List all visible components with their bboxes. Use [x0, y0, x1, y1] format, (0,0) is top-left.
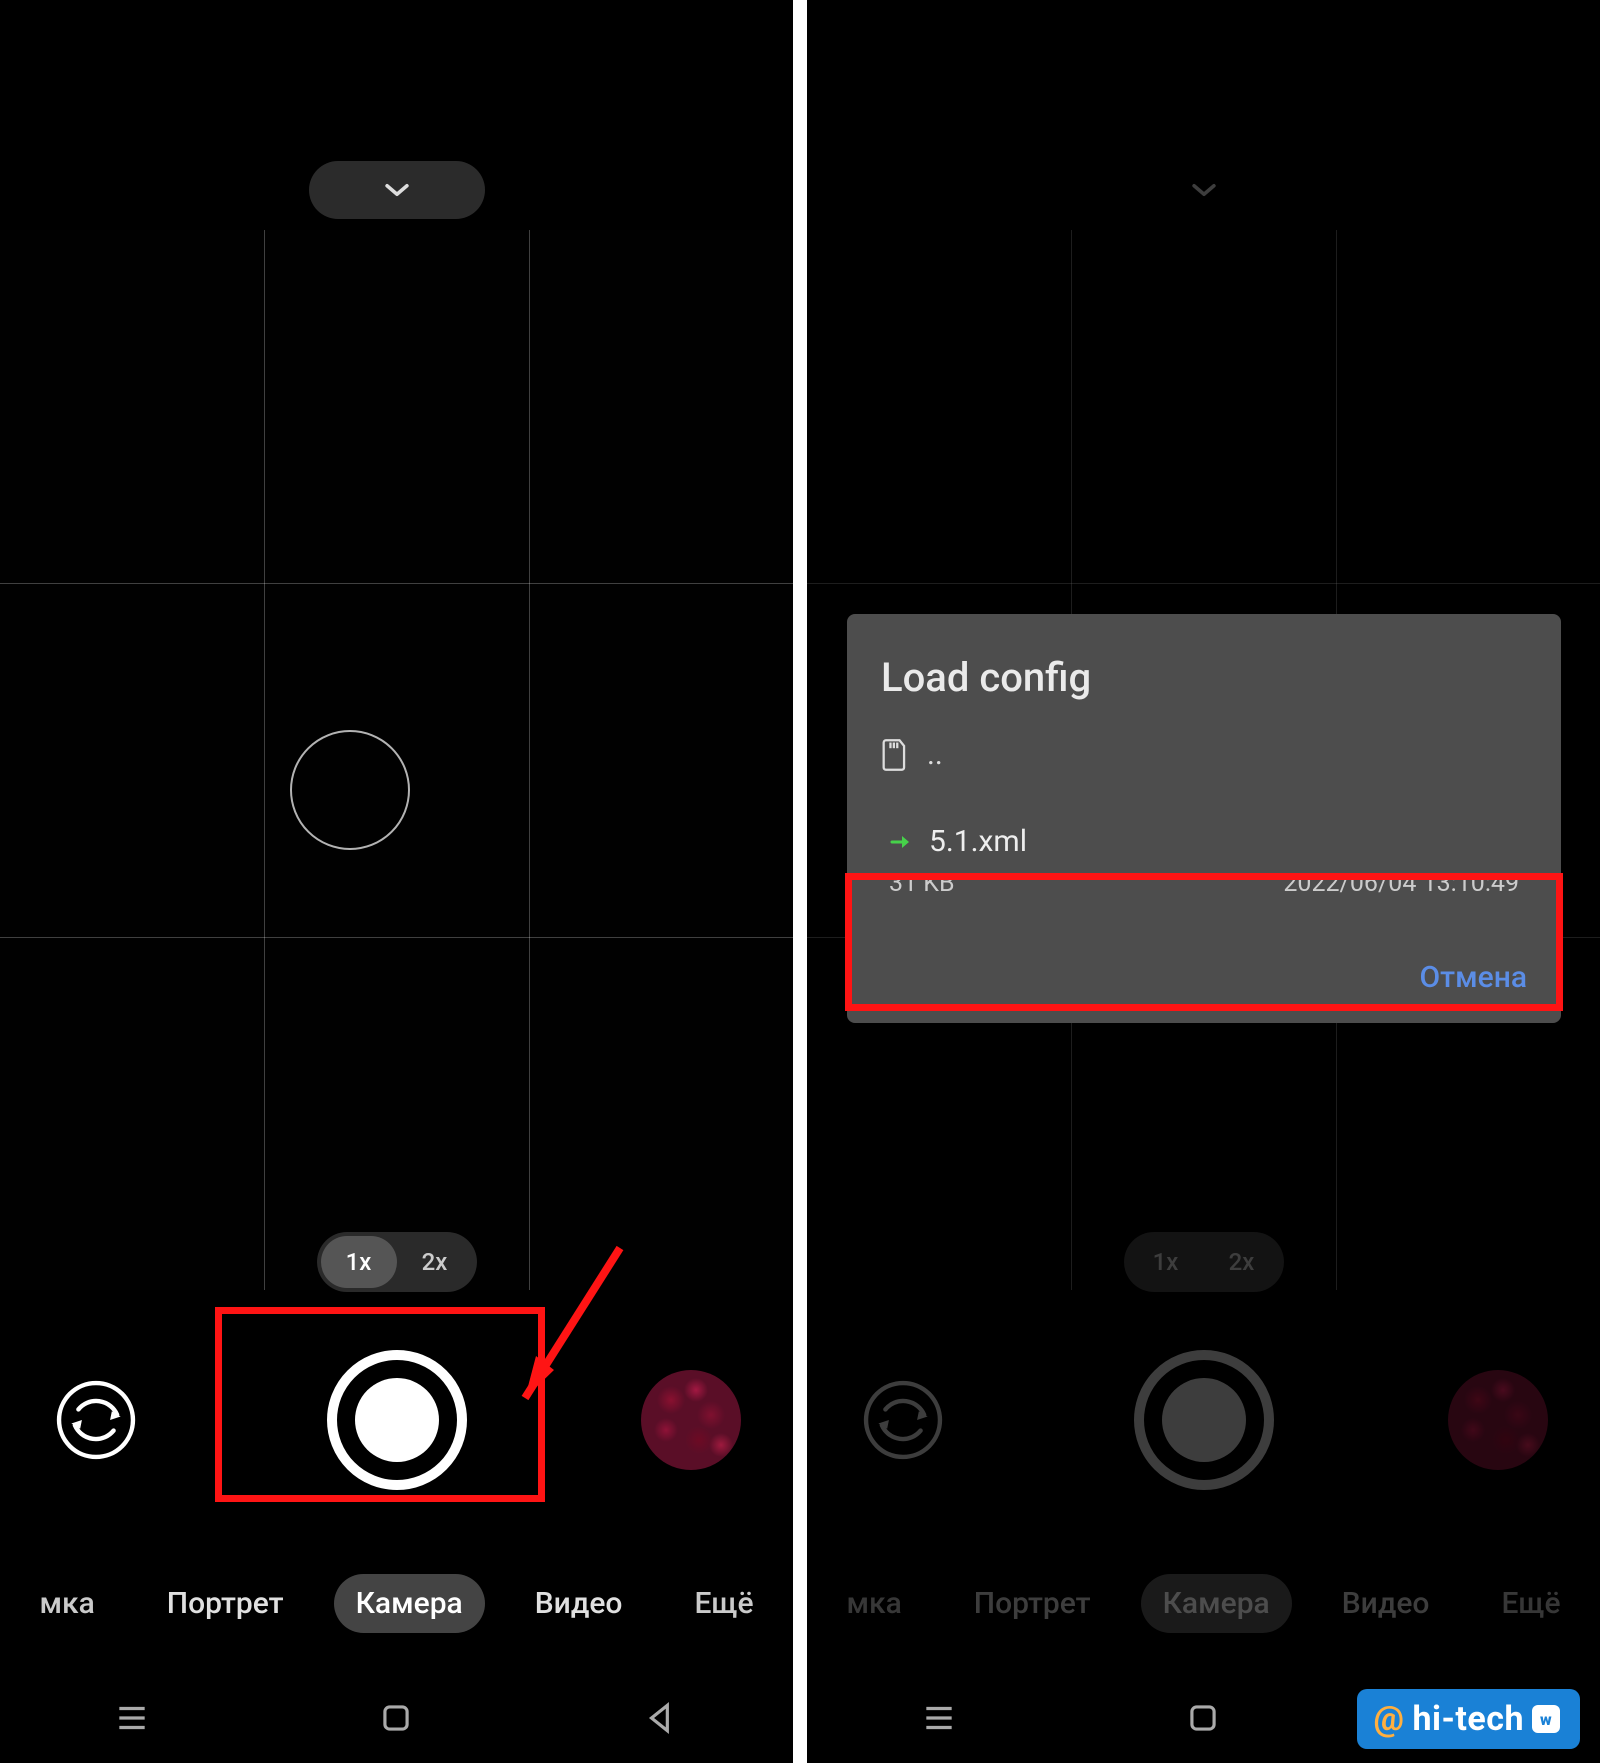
chevron-down-icon: [1187, 173, 1221, 207]
mode-portrait: Портрет: [952, 1574, 1113, 1633]
zoom-1x: 1x: [1128, 1236, 1204, 1288]
flip-camera-icon: [859, 1376, 947, 1464]
zoom-1x[interactable]: 1x: [321, 1236, 397, 1288]
camera-mode-carousel[interactable]: мка Портрет Камера Видео Ещё: [0, 1563, 793, 1643]
flip-camera-button: [859, 1376, 947, 1464]
watermark-text: hi-tech: [1412, 1699, 1524, 1739]
dialog-title: Load config: [881, 654, 1527, 701]
sd-card-icon: [881, 738, 909, 772]
zoom-2x[interactable]: 2x: [397, 1236, 473, 1288]
nav-back-icon: [642, 1699, 680, 1737]
grid-line: [0, 937, 793, 938]
gallery-thumbnail[interactable]: [641, 1370, 741, 1470]
screenshot-comparison: 1x 2x мка Портрет: [0, 0, 1600, 1763]
gallery-thumbnail: [1448, 1370, 1548, 1470]
nav-recents[interactable]: [920, 1699, 958, 1737]
file-name: 5.1.xml: [929, 824, 1027, 859]
camera-controls: [0, 1330, 793, 1510]
cancel-button[interactable]: Отмена: [1420, 960, 1527, 995]
zoom-switch[interactable]: 1x 2x: [317, 1232, 477, 1292]
watermark-at: @: [1373, 1699, 1404, 1739]
nav-home[interactable]: [377, 1699, 415, 1737]
expand-options-button[interactable]: [309, 161, 485, 219]
grid-line: [0, 583, 793, 584]
mode-edge-left: мка: [824, 1574, 923, 1633]
phone-load-config-screen: 1x 2x мка Портрет Камера Видео: [807, 0, 1600, 1763]
mode-edge-right: Ещё: [1479, 1574, 1582, 1633]
chevron-down-icon: [380, 173, 414, 207]
watermark-vk-icon: w: [1532, 1705, 1560, 1733]
shutter-button[interactable]: [327, 1350, 467, 1490]
file-date: 2022/06/04 13:10:49: [1283, 869, 1519, 898]
parent-dir-row[interactable]: ..: [881, 737, 1527, 772]
parent-dir-label: ..: [927, 737, 943, 772]
nav-home[interactable]: [1184, 1699, 1222, 1737]
arrow-right-icon: [889, 830, 913, 854]
system-navbar: [0, 1673, 793, 1763]
mode-video[interactable]: Видео: [513, 1574, 645, 1633]
mode-camera[interactable]: Камера: [334, 1574, 485, 1633]
camera-viewfinder[interactable]: [0, 230, 793, 1290]
zoom-switch: 1x 2x: [1124, 1232, 1284, 1292]
expand-options-button[interactable]: [1116, 161, 1292, 219]
shutter-inner: [1162, 1378, 1246, 1462]
mode-camera: Камера: [1141, 1574, 1292, 1633]
gallery-image: [641, 1370, 741, 1470]
mode-video: Видео: [1320, 1574, 1452, 1633]
nav-recents-icon: [113, 1699, 151, 1737]
mode-edge-right[interactable]: Ещё: [672, 1574, 775, 1633]
grid-line: [807, 583, 1600, 584]
flip-camera-button[interactable]: [52, 1376, 140, 1464]
phone-camera-screen: 1x 2x мка Портрет: [0, 0, 793, 1763]
load-config-dialog: Load config .. 5.1.xml: [847, 614, 1561, 1023]
grid-line: [529, 230, 530, 1290]
grid-line: [264, 230, 265, 1290]
nav-back[interactable]: [642, 1699, 680, 1737]
config-file-row[interactable]: 5.1.xml 31 KB 2022/06/04 13:10:49: [881, 808, 1527, 918]
zoom-2x: 2x: [1204, 1236, 1280, 1288]
focus-ring[interactable]: [290, 730, 410, 850]
camera-controls: [807, 1330, 1600, 1510]
camera-mode-carousel: мка Портрет Камера Видео Ещё: [807, 1563, 1600, 1643]
mode-portrait[interactable]: Портрет: [145, 1574, 306, 1633]
nav-recents-icon: [920, 1699, 958, 1737]
nav-home-icon: [377, 1699, 415, 1737]
shutter-button: [1134, 1350, 1274, 1490]
file-size: 31 KB: [889, 869, 955, 898]
gallery-image: [1448, 1370, 1548, 1470]
watermark-badge: @ hi-tech w: [1357, 1689, 1580, 1749]
mode-edge-left[interactable]: мка: [17, 1574, 116, 1633]
shutter-inner: [355, 1378, 439, 1462]
nav-home-icon: [1184, 1699, 1222, 1737]
nav-recents[interactable]: [113, 1699, 151, 1737]
flip-camera-icon: [52, 1376, 140, 1464]
